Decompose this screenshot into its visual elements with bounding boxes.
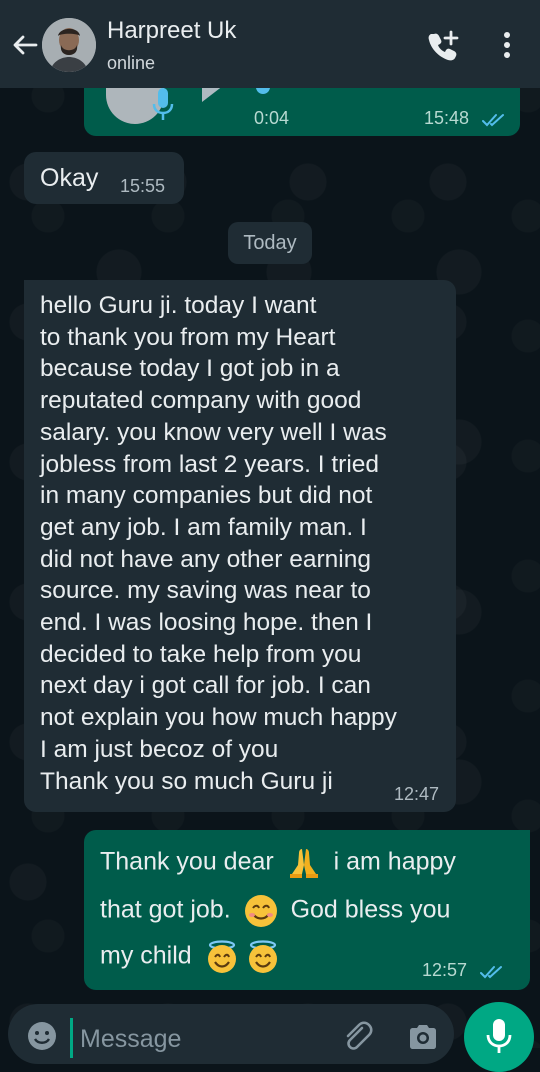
message-text: hello Guru ji. today I want to thank you… xyxy=(40,292,397,795)
date-divider: Today xyxy=(228,222,312,264)
back-arrow-icon[interactable] xyxy=(10,30,40,60)
more-options-icon[interactable] xyxy=(496,30,518,60)
add-call-icon[interactable] xyxy=(426,28,460,62)
message-line-2: that got job. God bless you xyxy=(100,894,450,928)
chat-header: Harpreet Uk online xyxy=(0,0,540,88)
text-caret xyxy=(70,1018,73,1058)
message-time: 15:48 xyxy=(424,108,470,128)
voice-record-button[interactable] xyxy=(464,1002,534,1072)
date-divider-label: Today xyxy=(243,232,297,254)
message-time: 12:47 xyxy=(394,784,440,804)
camera-icon[interactable] xyxy=(406,1020,440,1054)
halo-face-emoji-icon xyxy=(207,940,236,973)
message-composer xyxy=(8,1004,454,1064)
halo-face-emoji-icon xyxy=(248,940,277,973)
message-text-part: God bless you xyxy=(290,895,451,924)
folded-hands-emoji-icon xyxy=(289,849,318,878)
contact-status: online xyxy=(107,53,156,73)
incoming-message-bubble[interactable]: Okay 15:55 xyxy=(24,152,184,204)
message-input[interactable] xyxy=(78,1018,332,1060)
message-line-1: Thank you dear i am happy xyxy=(100,846,456,880)
voice-message-bubble[interactable]: 0:04 15:48 xyxy=(84,82,520,136)
message-line-3: my child xyxy=(100,940,286,974)
smiling-face-emoji-icon xyxy=(244,895,277,927)
incoming-message-bubble[interactable]: hello Guru ji. today I want to thank you… xyxy=(24,280,456,812)
message-text-part: that got job. xyxy=(100,895,231,924)
read-ticks-icon xyxy=(480,966,502,979)
message-time: 15:55 xyxy=(120,176,166,196)
message-time: 12:57 xyxy=(422,960,468,980)
message-text-part: my child xyxy=(100,941,192,970)
outgoing-message-bubble[interactable]: Thank you dear i am happy that got job. … xyxy=(84,830,530,990)
emoji-icon[interactable] xyxy=(26,1020,58,1052)
contact-name[interactable]: Harpreet Uk xyxy=(107,17,236,45)
voice-duration: 0:04 xyxy=(254,108,290,128)
message-text: Okay xyxy=(40,164,99,192)
contact-avatar[interactable] xyxy=(42,18,96,72)
attach-icon[interactable] xyxy=(340,1020,374,1054)
message-text-part: Thank you dear xyxy=(100,847,274,876)
mic-icon xyxy=(152,88,174,120)
message-text-part: i am happy xyxy=(333,847,456,876)
read-ticks-icon xyxy=(482,114,504,127)
mic-icon xyxy=(486,1019,512,1053)
